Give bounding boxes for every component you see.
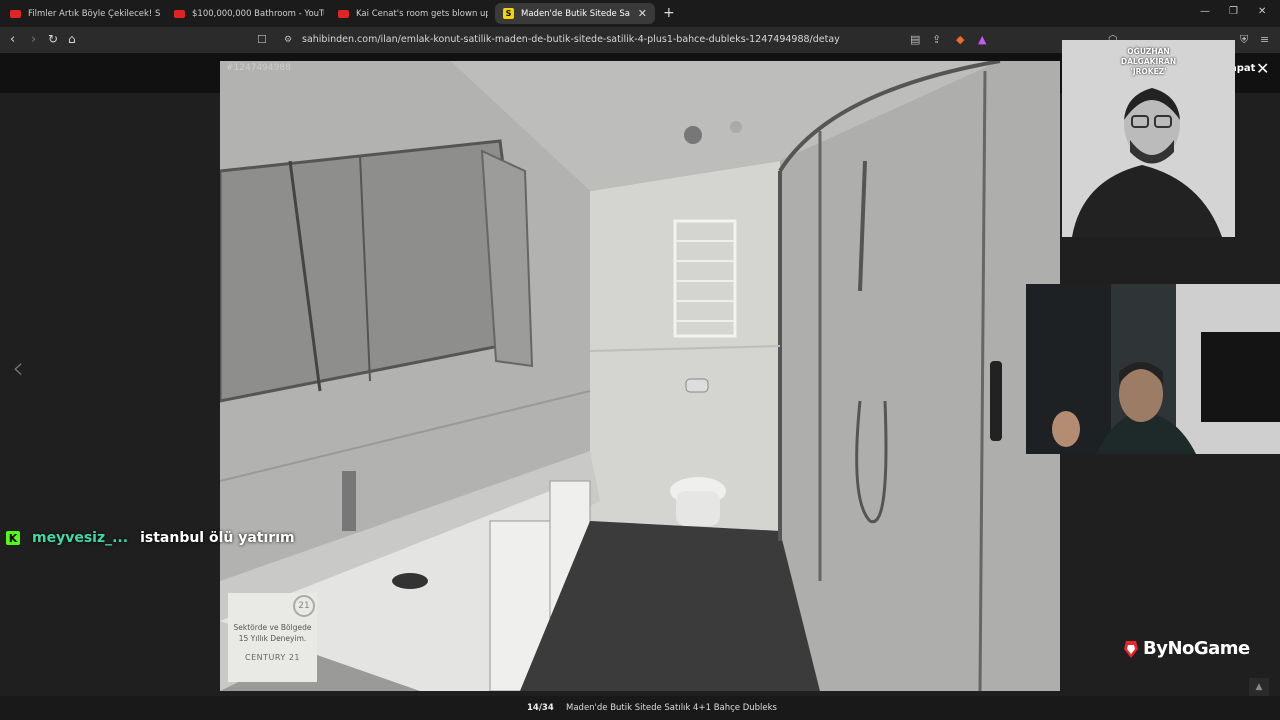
listing-id-watermark: #1247494988: [226, 63, 291, 73]
guest-nickname: 'JROKEZ': [1130, 67, 1167, 76]
restore-icon[interactable]: ❐: [1229, 6, 1238, 17]
century21-agency-badge[interactable]: 21 Sektörde ve Bölgede 15 Yıllık Deneyim…: [228, 593, 317, 682]
window-close-icon[interactable]: ✕: [1258, 6, 1266, 17]
chat-text: istanbul ölü yatırım: [140, 530, 295, 546]
agency-slogan-line1: Sektörde ve Bölgede: [233, 623, 312, 632]
century21-logo-icon: 21: [293, 595, 315, 617]
reload-icon[interactable]: ↻: [48, 32, 58, 46]
tab-youtube-2[interactable]: $100,000,000 Bathroom - YouTube: [166, 3, 324, 24]
brave-shield-icon[interactable]: ◆: [956, 33, 964, 46]
photo-caption: Maden'de Butik Sitede Satılık 4+1 Bahçe …: [566, 703, 777, 713]
guest-webcam: OĞUZHAN DALGAKIRAN 'JROKEZ': [1062, 40, 1235, 237]
back-icon[interactable]: ‹: [10, 32, 15, 47]
new-tab-icon[interactable]: +: [663, 5, 675, 21]
guest-first-name: OĞUZHAN: [1127, 47, 1170, 56]
listing-photo-bathroom[interactable]: #1247494988 21 Sektörde ve Bölgede 15 Yı…: [220, 61, 1060, 691]
scroll-to-top-icon[interactable]: ▲: [1249, 678, 1269, 696]
rewards-icon[interactable]: ▲: [978, 33, 986, 46]
sponsor-logo: ByNoGame: [1122, 638, 1250, 659]
tab-youtube-3[interactable]: Kai Cenat's room gets blown up with: [330, 3, 488, 24]
chat-message: K meyvesiz_... istanbul ölü yatırım: [6, 530, 295, 546]
tab-label: Kai Cenat's room gets blown up with: [356, 8, 488, 19]
menu-icon[interactable]: ≡: [1260, 33, 1269, 46]
tab-label: Maden'de Butik Sitede Satılık 4-: [521, 8, 630, 19]
close-tab-icon[interactable]: ✕: [638, 7, 647, 20]
minimize-icon[interactable]: —: [1200, 6, 1210, 17]
guest-name-card: OĞUZHAN DALGAKIRAN 'JROKEZ': [1062, 47, 1235, 77]
home-icon[interactable]: ⌂: [68, 32, 76, 46]
youtube-icon: [10, 9, 21, 18]
chat-username: meyvesiz_...: [32, 530, 129, 546]
sahibinden-icon: S: [503, 8, 514, 19]
tab-sahibinden-active[interactable]: S Maden'de Butik Sitede Satılık 4- ✕: [495, 3, 655, 24]
site-info-icon[interactable]: ⚙: [284, 35, 292, 45]
tab-youtube-1[interactable]: Filmler Artık Böyle Çekilecek! Stüdyo: [2, 3, 160, 24]
agency-brand: CENTURY 21: [244, 653, 301, 662]
browser-tab-bar: Filmler Artık Böyle Çekilecek! Stüdyo $1…: [0, 0, 1280, 27]
sponsor-name: ByNoGame: [1143, 638, 1250, 659]
kick-platform-icon: K: [6, 531, 20, 545]
close-gallery-icon[interactable]: ✕: [1256, 59, 1269, 78]
url-field[interactable]: sahibinden.com/ilan/emlak-konut-satilik-…: [302, 34, 840, 45]
youtube-icon: [338, 9, 349, 18]
youtube-icon: [174, 9, 185, 18]
reader-icon[interactable]: ▤: [910, 33, 920, 46]
forward-icon[interactable]: ›: [31, 32, 36, 47]
guest-last-name: DALGAKIRAN: [1120, 57, 1177, 66]
agency-slogan-line2: 15 Yıllık Deneyim.: [238, 634, 307, 643]
tab-label: Filmler Artık Böyle Çekilecek! Stüdyo: [28, 8, 160, 19]
streamer-illustration: [1026, 284, 1280, 454]
vpn-icon[interactable]: ⛨: [1240, 33, 1248, 47]
tab-label: $100,000,000 Bathroom - YouTube: [192, 8, 324, 19]
bookmark-icon[interactable]: ☐: [257, 33, 267, 46]
streamer-webcam: [1026, 284, 1280, 454]
previous-photo-arrow-icon[interactable]: ‹: [12, 351, 24, 386]
share-icon[interactable]: ⇪: [932, 33, 941, 46]
photo-counter: 14/34: [527, 703, 554, 713]
bynogame-logo-icon: [1124, 640, 1138, 658]
bathroom-photo-illustration: [220, 61, 1060, 691]
